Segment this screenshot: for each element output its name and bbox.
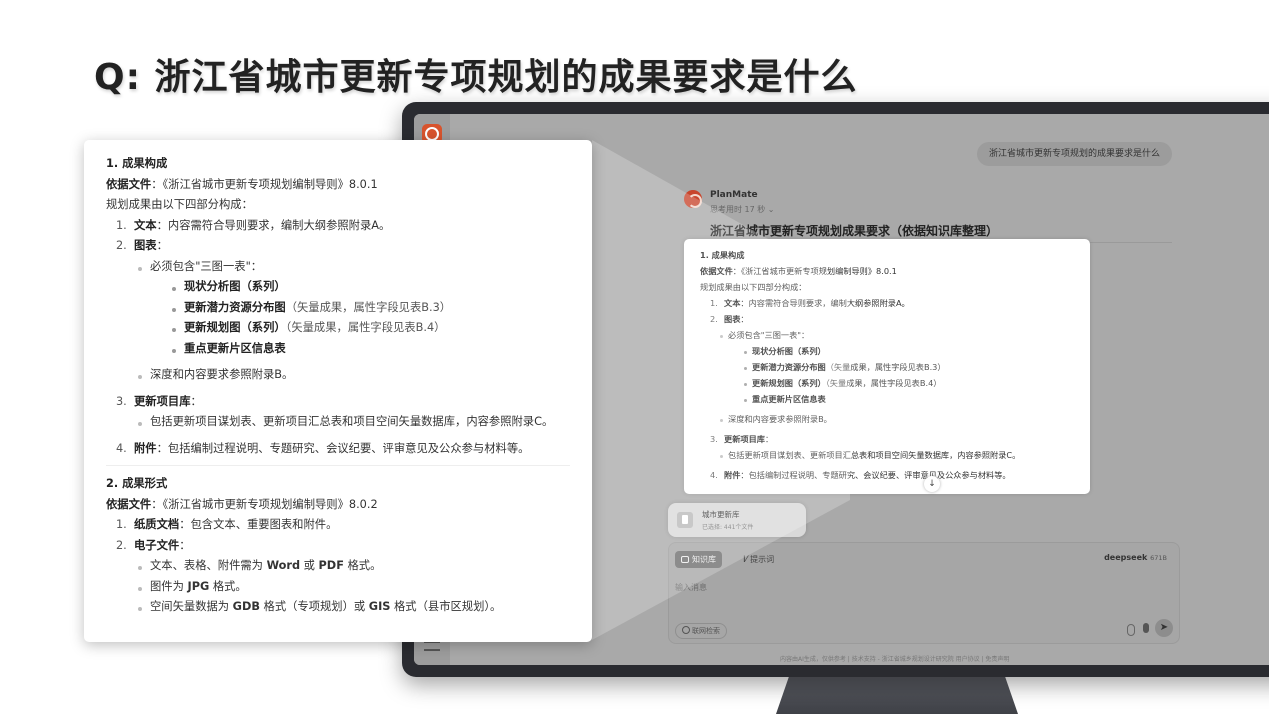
list-item: 重点更新片区信息表 (106, 339, 570, 360)
list-item: 文本、表格、附件需为 Word 或 PDF 格式。 (106, 556, 570, 577)
list-item: 2. 图表： (116, 239, 168, 252)
list-item: 图件为 JPG 格式。 (106, 577, 570, 598)
list-item: 1. 文本：内容需符合导则要求，编制大纲参照附录A。 (116, 218, 391, 232)
model-selector[interactable]: deepseek 671B (1104, 553, 1167, 562)
user-message-bubble: 浙江省城市更新专项规划的成果要求是什么 (977, 142, 1173, 166)
scroll-down-icon[interactable]: ↓ (924, 476, 940, 492)
section-title: 2. 成果形式 (106, 477, 168, 490)
globe-icon (682, 626, 690, 634)
answer-card-zoomed: 1. 成果构成 依据文件：《浙江省城市更新专项规划编制导则》8.0.1 规划成果… (84, 140, 592, 642)
list-item: 4. 附件：包括编制过程说明、专题研究、会议纪要、评审意见及公众参与材料等。 (116, 441, 530, 455)
section-title: 1. 成果构成 (106, 157, 168, 170)
microphone-icon[interactable] (1143, 623, 1149, 633)
intro-line: 规划成果由以下四部分构成： (106, 198, 253, 211)
basis-line: 依据文件：《浙江省城市更新专项规划编制导则》8.0.2 (106, 497, 378, 511)
slide-title: Q: 浙江省城市更新专项规划的成果要求是什么 (94, 57, 858, 98)
send-button[interactable]: ➤ (1155, 619, 1173, 637)
web-search-button[interactable]: 联网检索 (675, 623, 727, 639)
list-item: 更新规划图（系列）（矢量成果，属性字段见表B.4） (106, 318, 570, 339)
list-item: 空间矢量数据为 GDB 格式（专项规划）或 GIS 格式（县市区规划）。 (106, 597, 570, 618)
attach-icon[interactable] (1127, 624, 1135, 636)
monitor-stand (776, 672, 1018, 714)
list-item: 现状分析图（系列） (106, 277, 570, 298)
divider (106, 465, 570, 466)
message-input[interactable] (675, 577, 1155, 597)
list-item: 深度和内容要求参照附录B。 (106, 365, 570, 386)
list-item: 1. 纸质文档：包含文本、重要图表和附件。 (116, 518, 338, 531)
list-item: 包括更新项目谋划表、更新项目汇总表和项目空间矢量数据库，内容参照附录C。 (106, 412, 570, 433)
message-composer: 知识库 I⁄提示词 deepseek 671B 联网检索 ➤ (668, 542, 1180, 644)
footer-disclaimer: 内容由AI生成，仅供参考 | 技术支持 - 浙江省城乡规划设计研究院 用户协议 … (780, 656, 1010, 663)
list-item: 2. 电子文件： (116, 538, 191, 552)
basis-line: 依据文件：《浙江省城市更新专项规划编制导则》8.0.1 (106, 177, 378, 191)
bot-name: PlanMate (710, 190, 758, 200)
list-item: 3. 更新项目库： (116, 394, 202, 408)
list-item: 更新潜力资源分布图（矢量成果，属性字段见表B.3） (106, 298, 570, 319)
list-item: 必须包含"三图一表"： (106, 257, 570, 278)
menu-icon[interactable] (424, 641, 440, 651)
